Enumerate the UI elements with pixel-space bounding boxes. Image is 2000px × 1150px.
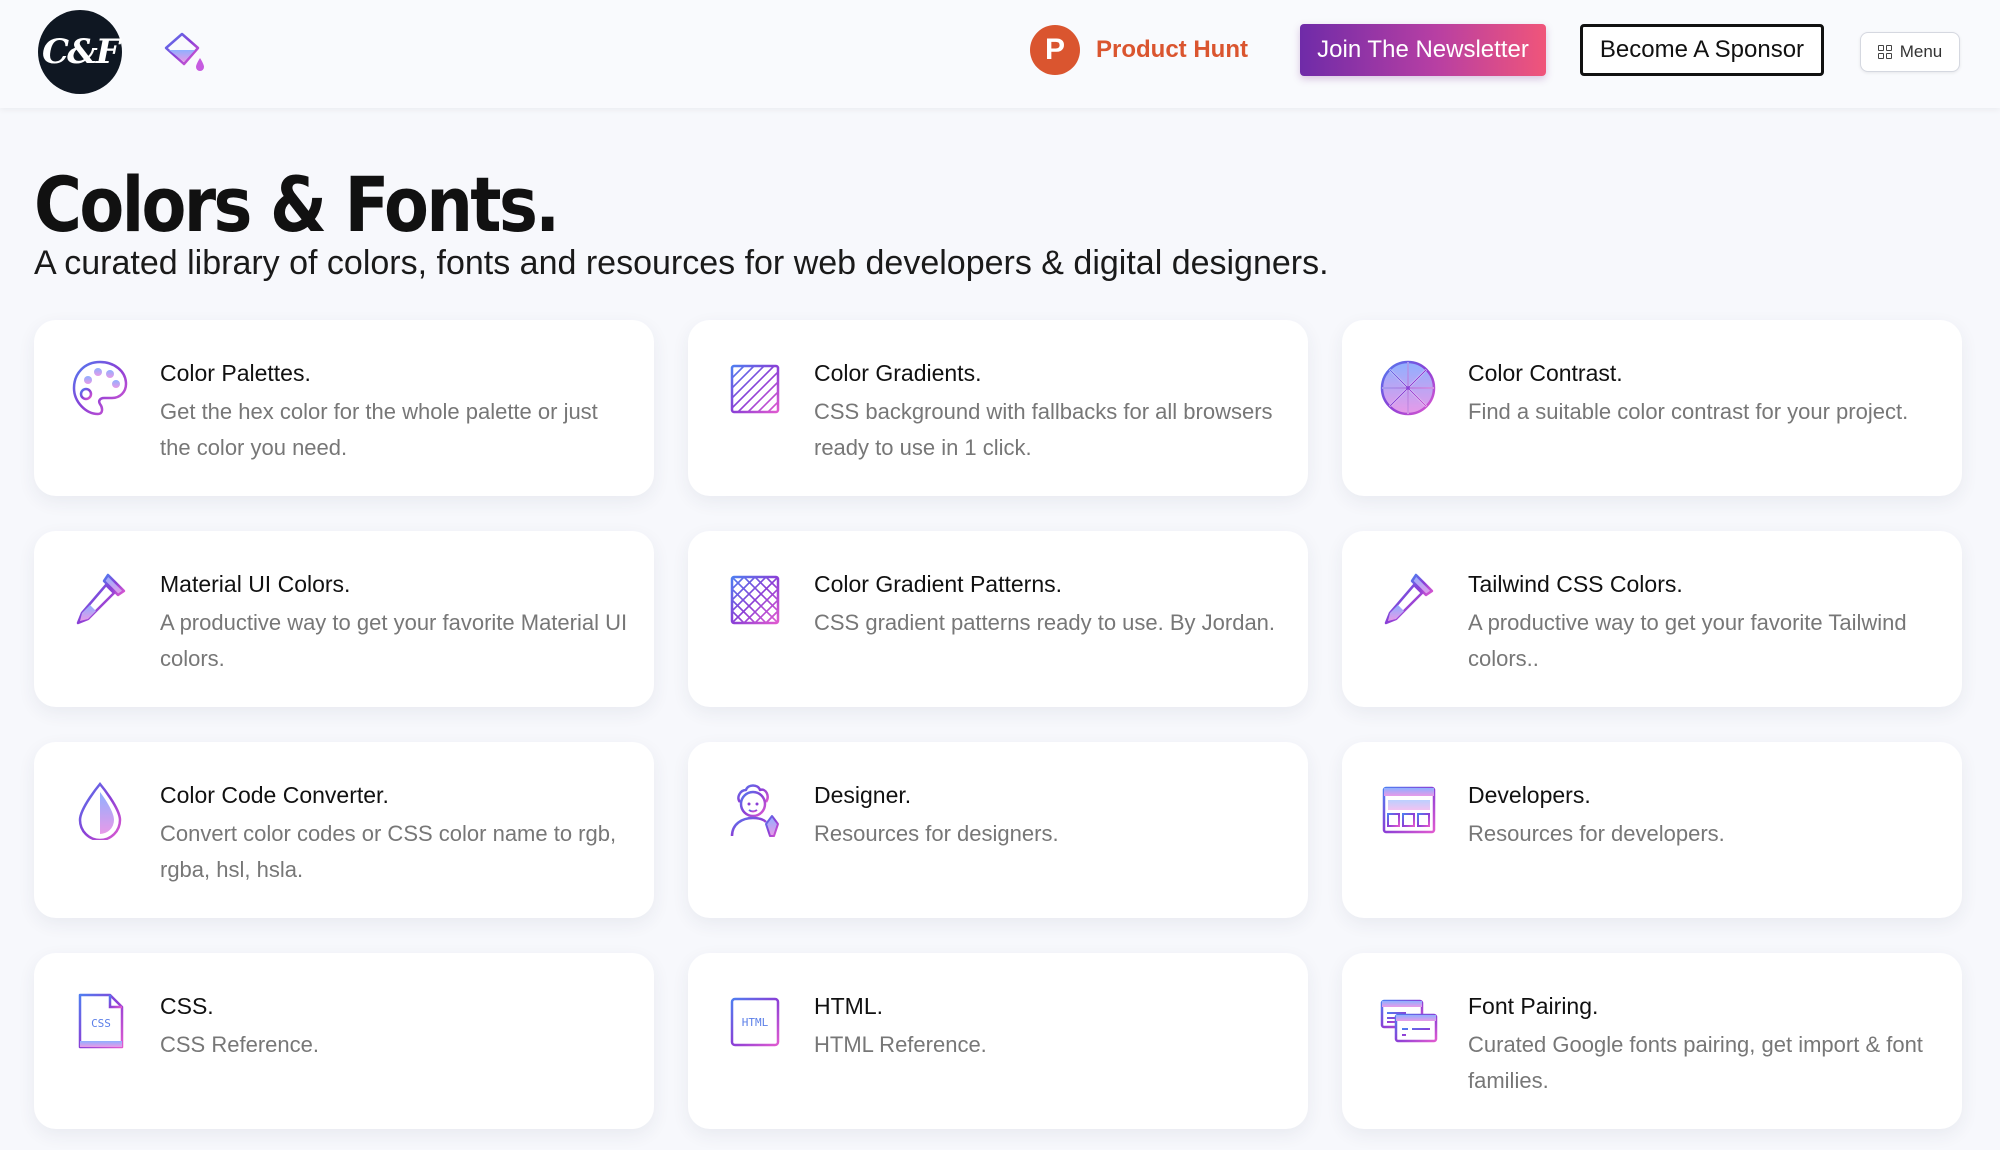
card-title: HTML. <box>814 993 883 1019</box>
svg-text:CSS: CSS <box>91 1017 111 1030</box>
card-title: Color Gradients. <box>814 360 982 386</box>
water-drop-icon <box>78 782 122 840</box>
card-css[interactable]: CSS CSS. CSS Reference. <box>34 953 654 1129</box>
card-description: Resources for developers. <box>1468 821 1725 846</box>
browser-window-icon <box>1382 786 1436 834</box>
card-title: Designer. <box>814 782 912 808</box>
card-color-code-converter[interactable]: Color Code Converter. Convert color code… <box>34 742 654 918</box>
card-color-gradient-patterns[interactable]: Color Gradient Patterns. CSS gradient pa… <box>688 531 1308 707</box>
resource-card-grid: Color Palettes. Get the hex color for th… <box>34 320 1962 1129</box>
card-title: Font Pairing. <box>1468 993 1599 1019</box>
pattern-grid-icon <box>730 575 780 625</box>
card-description: Curated Google fonts pairing, get import… <box>1468 1032 1923 1093</box>
card-color-palettes[interactable]: Color Palettes. Get the hex color for th… <box>34 320 654 496</box>
card-description: Convert color codes or CSS color name to… <box>160 821 617 882</box>
card-title: Tailwind CSS Colors. <box>1468 571 1683 597</box>
eyedropper-icon <box>76 573 126 625</box>
card-html[interactable]: HTML HTML. HTML Reference. <box>688 953 1308 1129</box>
html-file-icon: HTML <box>730 997 780 1047</box>
card-title: Color Gradient Patterns. <box>814 571 1063 597</box>
card-tailwind-css-colors[interactable]: Tailwind CSS Colors. A productive way to… <box>1342 531 1962 707</box>
card-description: A productive way to get your favorite Ta… <box>1468 610 1907 671</box>
eyedropper-icon <box>1384 573 1434 625</box>
card-material-ui-colors[interactable]: Material UI Colors. A productive way to … <box>34 531 654 707</box>
grid-icon <box>1877 45 1892 59</box>
product-hunt-icon: P <box>1030 25 1080 75</box>
font-cards-icon <box>1380 999 1438 1043</box>
card-description: Resources for designers. <box>814 821 1059 846</box>
menu-label: Menu <box>1899 42 1943 61</box>
join-newsletter-button[interactable]: Join The Newsletter <box>1300 24 1546 76</box>
card-font-pairing[interactable]: Font Pairing. Curated Google fonts pairi… <box>1342 953 1962 1129</box>
card-description: A productive way to get your favorite Ma… <box>160 610 628 671</box>
top-navigation-bar: C&F P Product Hunt Join The Newsletter B… <box>0 0 2000 108</box>
product-hunt-label: Product Hunt <box>1096 36 1248 63</box>
site-logo[interactable]: C&F <box>38 10 122 94</box>
card-title: Color Contrast. <box>1468 360 1623 386</box>
card-description: CSS background with fallbacks for all br… <box>814 399 1273 460</box>
designer-icon <box>730 784 779 837</box>
menu-button[interactable]: Menu <box>1860 32 1960 72</box>
page-subtitle: A curated library of colors, fonts and r… <box>34 244 1329 282</box>
card-description: CSS gradient patterns ready to use. By J… <box>814 610 1276 635</box>
card-description: Find a suitable color contrast for your … <box>1468 399 1909 424</box>
color-wheel-icon <box>1380 360 1436 416</box>
card-title: Color Code Converter. <box>160 782 389 808</box>
card-designer[interactable]: Designer. Resources for designers. <box>688 742 1308 918</box>
svg-text:HTML: HTML <box>742 1016 769 1029</box>
card-developers[interactable]: Developers. Resources for developers. <box>1342 742 1962 918</box>
become-sponsor-button[interactable]: Become A Sponsor <box>1580 24 1824 76</box>
card-title: Developers. <box>1468 782 1591 808</box>
page-title: Colors & Fonts. <box>34 160 560 249</box>
card-title: Material UI Colors. <box>160 571 351 597</box>
card-description: Get the hex color for the whole palette … <box>160 399 598 460</box>
gradient-swatch-icon <box>730 364 780 414</box>
card-description: CSS Reference. <box>160 1032 319 1057</box>
card-title: CSS. <box>160 993 214 1019</box>
card-title: Color Palettes. <box>160 360 311 386</box>
palette-icon <box>72 360 128 416</box>
product-hunt-link[interactable]: P Product Hunt <box>1030 24 1248 76</box>
paint-bucket-icon[interactable] <box>160 28 210 78</box>
card-description: HTML Reference. <box>814 1032 987 1057</box>
css-file-icon: CSS <box>78 993 124 1049</box>
card-color-contrast[interactable]: Color Contrast. Find a suitable color co… <box>1342 320 1962 496</box>
card-color-gradients[interactable]: Color Gradients. CSS background with fal… <box>688 320 1308 496</box>
